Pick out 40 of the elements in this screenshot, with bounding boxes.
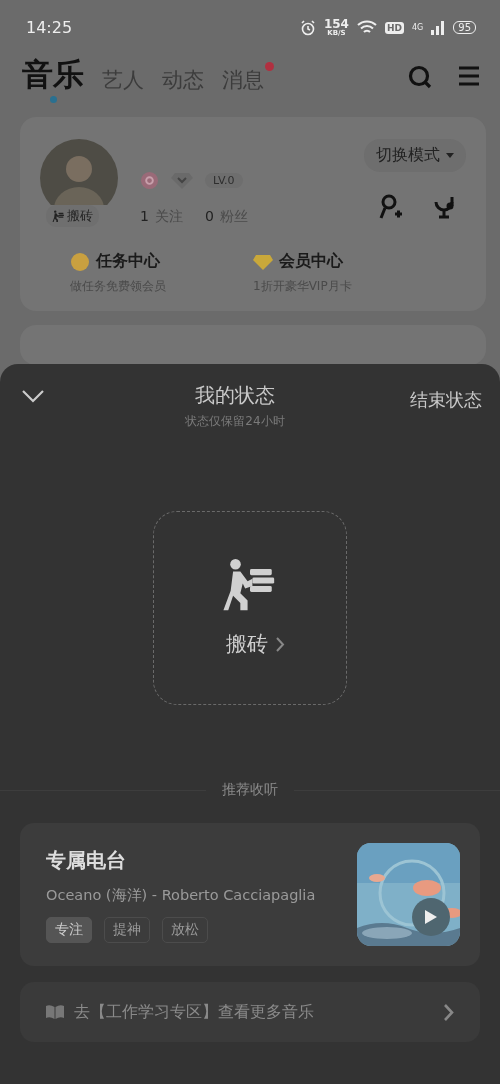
search-icon[interactable] — [408, 65, 432, 89]
chevron-down-icon — [22, 390, 44, 403]
mood-tag[interactable]: 专注 — [46, 916, 92, 943]
add-friend-icon[interactable] — [378, 194, 404, 220]
shortcut-title[interactable]: 任务中心 — [96, 251, 160, 272]
worker-icon — [52, 209, 65, 223]
radio-title: 专属电台 — [46, 846, 127, 874]
hd-badge: HD — [384, 21, 404, 34]
section-title: 推荐收听 — [222, 781, 278, 799]
radio-card[interactable]: 专属电台 Oceano (海洋) - Roberto Cacciapaglia 专注 提神 放松 — [20, 823, 480, 966]
network-speed: 154 — [323, 18, 349, 30]
book-icon — [46, 1005, 64, 1019]
flower-badge-icon — [140, 171, 159, 190]
following-count: 1 — [140, 208, 149, 224]
battery-level: 95 — [453, 21, 476, 34]
sheet-title: 我的状态 — [195, 382, 275, 409]
clock-time: 14:25 — [26, 18, 73, 37]
chevron-right-icon — [444, 1003, 454, 1021]
level-badge: LV.0 — [205, 173, 243, 188]
track-info: Oceano (海洋) - Roberto Cacciapaglia — [46, 885, 317, 905]
status-tag[interactable]: 搬砖 — [46, 205, 99, 227]
status-box[interactable]: 搬砖 — [153, 511, 347, 705]
caret-icon — [446, 153, 454, 158]
signal-icon — [431, 20, 446, 35]
diamond-badge-icon — [171, 171, 193, 190]
mood-tag[interactable]: 提神 — [104, 916, 150, 943]
play-icon — [425, 910, 437, 924]
menu-icon[interactable] — [458, 65, 480, 87]
alarm-icon — [299, 19, 316, 36]
fans-count: 0 — [204, 208, 214, 224]
network-type: 4G — [411, 23, 424, 32]
more-music-link[interactable]: 去【工作学习专区】查看更多音乐 — [20, 982, 480, 1042]
sheet-subtitle: 状态仅保留24小时 — [185, 413, 285, 430]
chevron-right-icon — [275, 636, 285, 652]
nav-tab[interactable]: 音乐 — [22, 49, 84, 105]
status-label[interactable]: 搬砖 — [219, 629, 291, 659]
mode-switch-button[interactable]: 切换模式 — [364, 139, 466, 172]
mood-tag[interactable]: 放松 — [162, 916, 208, 943]
end-status-button[interactable]: 结束状态 — [410, 382, 500, 412]
shortcut-title[interactable]: 会员中心 — [279, 251, 343, 272]
